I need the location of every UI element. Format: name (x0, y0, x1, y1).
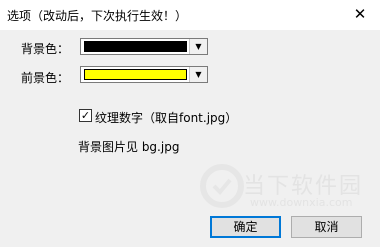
background-image-info: 背景图片见 bg.jpg (78, 140, 180, 154)
foreground-color-swatch (84, 69, 187, 80)
close-icon: ✕ (353, 5, 367, 23)
background-color-label: 背景色： (21, 42, 70, 56)
chevron-down-icon[interactable]: ▼ (189, 39, 207, 54)
checkmark-icon: ✓ (80, 109, 91, 122)
background-color-swatch (84, 41, 187, 52)
foreground-color-dropdown[interactable]: ▼ (80, 66, 208, 83)
cancel-button[interactable]: 取消 (291, 216, 362, 238)
close-button[interactable]: ✕ (347, 2, 373, 26)
texture-digits-label: 纹理数字（取自font.jpg） (95, 111, 238, 125)
watermark-url: www.downxia.com (250, 196, 353, 209)
foreground-color-label: 前景色： (21, 71, 70, 85)
chevron-down-icon[interactable]: ▼ (189, 67, 207, 82)
title-bar: 选项（改动后，下次执行生效！） ✕ (0, 0, 380, 30)
ok-button[interactable]: 确定 (210, 216, 281, 238)
background-color-dropdown[interactable]: ▼ (80, 38, 208, 55)
window-title: 选项（改动后，下次执行生效！） (7, 9, 188, 23)
texture-digits-checkbox[interactable]: ✓ (79, 109, 92, 122)
